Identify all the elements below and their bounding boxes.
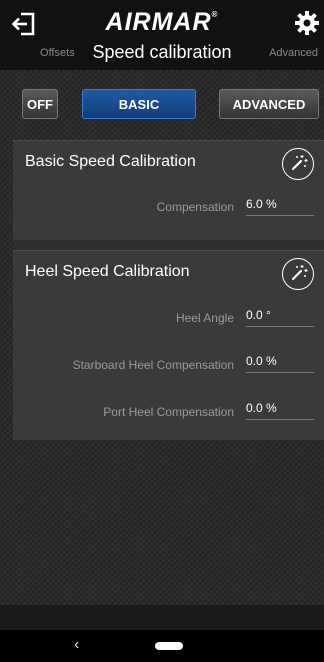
- heel-angle-label: Heel Angle: [175, 311, 234, 325]
- starboard-heel-compensation-label: Starboard Heel Compensation: [72, 358, 234, 372]
- bottom-bar: [0, 605, 324, 630]
- heel-angle-field[interactable]: 0.0 °: [246, 308, 314, 327]
- system-home-button[interactable]: [155, 642, 183, 650]
- basic-calibration-wizard-button[interactable]: [282, 148, 314, 180]
- brand-logo: AIRMAR®: [0, 8, 324, 37]
- port-heel-compensation-field[interactable]: 0.0 %: [246, 401, 314, 420]
- basic-speed-calibration-panel: Basic Speed Calibration Compensation 6.0…: [13, 140, 324, 240]
- panel-title: Heel Speed Calibration: [25, 263, 190, 280]
- starboard-heel-compensation-field[interactable]: 0.0 %: [246, 354, 314, 373]
- panel-divider: [13, 240, 324, 250]
- compensation-label: Compensation: [156, 200, 234, 214]
- compensation-field[interactable]: 6.0 %: [246, 197, 314, 216]
- app-screen: AIRMAR® Offsets Speed calibration Advanc…: [0, 0, 324, 630]
- sub-navigation: Offsets Speed calibration Advanced: [0, 42, 324, 66]
- header-bar: AIRMAR® Offsets Speed calibration Advanc…: [0, 0, 324, 70]
- nav-advanced-link[interactable]: Advanced: [269, 47, 318, 59]
- heel-calibration-wizard-button[interactable]: [282, 258, 314, 290]
- mode-selector: OFF BASIC ADVANCED: [0, 89, 324, 121]
- mode-off-button[interactable]: OFF: [22, 89, 58, 119]
- registered-mark: ®: [211, 10, 219, 19]
- settings-button[interactable]: [294, 10, 320, 36]
- magic-wand-icon: [291, 155, 308, 171]
- port-heel-compensation-label: Port Heel Compensation: [103, 405, 234, 419]
- magic-wand-icon: [291, 265, 308, 281]
- gear-icon: [295, 11, 319, 35]
- system-back-button[interactable]: ‹: [74, 636, 79, 654]
- brand-logo-text: AIRMAR: [105, 8, 212, 36]
- mode-advanced-button[interactable]: ADVANCED: [219, 89, 319, 119]
- system-navigation-bar: ‹: [0, 630, 324, 662]
- mode-basic-button[interactable]: BASIC: [82, 89, 196, 119]
- panel-title: Basic Speed Calibration: [25, 153, 196, 170]
- heel-speed-calibration-panel: Heel Speed Calibration Heel Angle 0.0 ° …: [13, 250, 324, 440]
